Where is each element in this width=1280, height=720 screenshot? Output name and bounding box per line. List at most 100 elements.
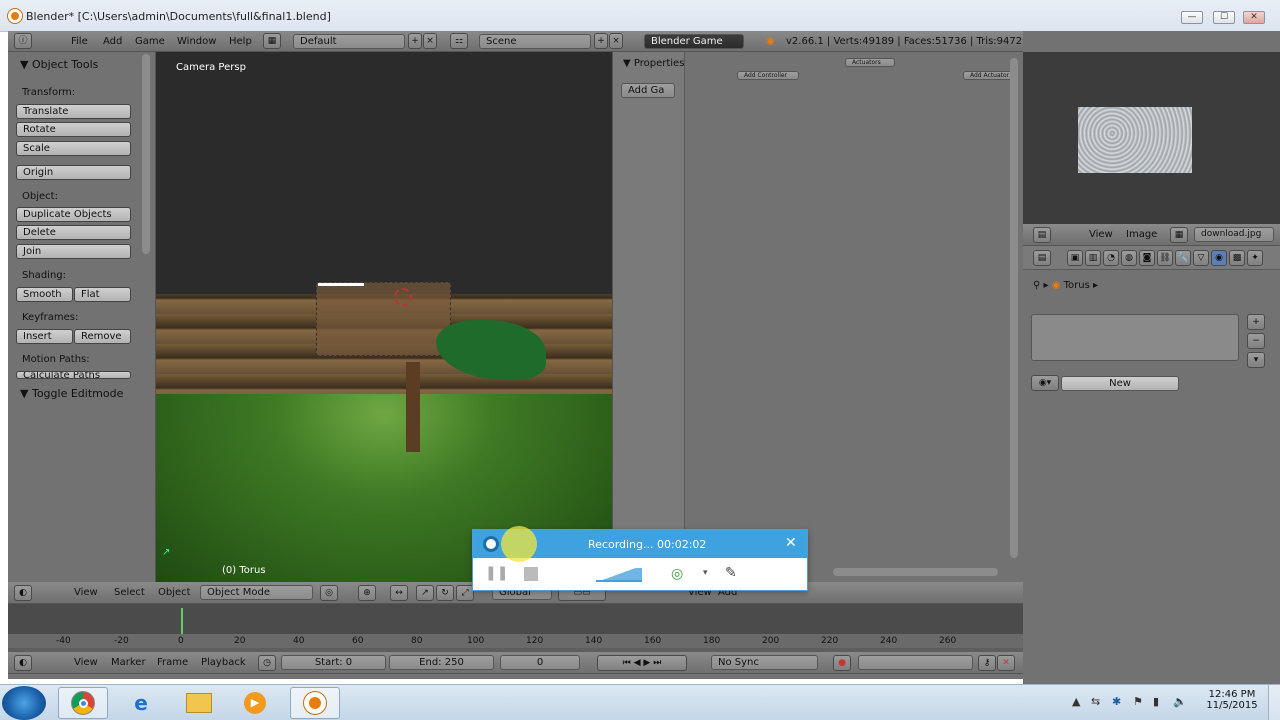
scene-select[interactable]: Scene (479, 34, 591, 49)
scale-button[interactable]: Scale (16, 141, 131, 156)
blender-taskbar-icon[interactable] (290, 687, 340, 719)
image-editor-type-icon[interactable]: ▤ (1033, 227, 1051, 243)
duplicate-objects-button[interactable]: Duplicate Objects (16, 207, 131, 222)
image-name-field[interactable]: download.jpg (1194, 227, 1274, 242)
pause-icon[interactable]: ❚❚ (485, 566, 508, 580)
render-tab-icon[interactable]: ▣ (1067, 250, 1083, 266)
image-browse-icon[interactable]: ▦ (1170, 227, 1188, 243)
viewport-menu-object[interactable]: Object (158, 587, 191, 598)
tray-volume-icon[interactable]: 🔈 (1173, 695, 1187, 708)
3d-viewport[interactable]: Camera Persp (0) Torus ↗ (156, 52, 612, 582)
webcam-dropdown-icon[interactable]: ▾ (703, 568, 708, 578)
editor-type-icon[interactable]: ◐ (14, 585, 32, 601)
tray-network-icon[interactable]: ⇆ (1091, 695, 1100, 708)
webcam-icon[interactable]: ◎ (671, 566, 683, 582)
slot-menu-icon[interactable]: ▾ (1247, 352, 1265, 368)
maximize-button[interactable]: ☐ (1213, 11, 1235, 24)
timeline-menu-playback[interactable]: Playback (201, 657, 246, 668)
tray-security-icon[interactable]: ⚑ (1133, 695, 1143, 708)
menu-help[interactable]: Help (229, 36, 252, 47)
menu-window[interactable]: Window (177, 36, 216, 47)
translate-manipulator-icon[interactable]: ↗ (416, 585, 434, 601)
selected-object[interactable] (316, 282, 451, 356)
stop-icon[interactable] (524, 567, 538, 581)
remove-keyframe-button[interactable]: Remove (74, 329, 131, 344)
pivot-icon[interactable]: ⊕ (358, 585, 376, 601)
render-layers-tab-icon[interactable]: ▥ (1085, 250, 1101, 266)
explorer-taskbar-icon[interactable] (174, 687, 224, 719)
add-screen-icon[interactable]: + (408, 33, 422, 49)
remove-scene-icon[interactable]: × (609, 33, 623, 49)
timeline-area[interactable]: -40 -20 0 20 40 60 80 100 120 140 160 18… (8, 604, 1023, 652)
manipulator-icon[interactable]: ↔ (390, 585, 408, 601)
mode-select[interactable]: Object Mode (200, 585, 313, 600)
menu-game[interactable]: Game (135, 36, 165, 47)
clock[interactable]: 12:46 PM 11/5/2015 (1206, 689, 1258, 711)
tray-signal-icon[interactable]: ▮ (1153, 695, 1159, 708)
rotate-manipulator-icon[interactable]: ↻ (436, 585, 454, 601)
delete-button[interactable]: Delete (16, 225, 131, 240)
screen-layout-icon[interactable]: ▦ (263, 33, 281, 49)
pen-icon[interactable]: ✎ (725, 565, 737, 581)
timeline-editor-icon[interactable]: ◐ (14, 655, 32, 671)
remove-slot-icon[interactable]: − (1247, 333, 1265, 349)
image-editor[interactable] (1023, 52, 1280, 224)
sync-mode-select[interactable]: No Sync (711, 655, 818, 670)
keying-set-field[interactable] (858, 655, 973, 670)
record-icon[interactable]: ● (833, 655, 851, 671)
recorder-close-button[interactable]: ✕ (785, 535, 797, 551)
remove-screen-icon[interactable]: × (423, 33, 437, 49)
toggle-editmode-panel[interactable]: ▼ Toggle Editmode (20, 387, 123, 400)
flat-button[interactable]: Flat (74, 287, 131, 302)
logic-editor-scrollbar[interactable] (1010, 58, 1018, 558)
object-tab-icon[interactable]: ◙ (1139, 250, 1155, 266)
start-button[interactable] (2, 686, 46, 720)
new-material-button[interactable]: New (1061, 376, 1179, 391)
close-button[interactable]: ✕ (1243, 11, 1265, 24)
keyframe-delete-icon[interactable]: ✕ (997, 655, 1015, 671)
actuators-select[interactable]: Actuators (845, 58, 895, 67)
media-player-taskbar-icon[interactable]: ▶ (230, 687, 280, 719)
menu-file[interactable]: File (71, 36, 88, 47)
show-desktop-button[interactable] (1268, 685, 1280, 720)
join-button[interactable]: Join (16, 244, 131, 259)
chrome-taskbar-icon[interactable] (58, 687, 108, 719)
playback-controls[interactable]: ⏮ ◀ ▶ ⏭ (597, 655, 687, 671)
add-actuator-button[interactable]: Add Actuator (963, 71, 1013, 80)
constraints-tab-icon[interactable]: ⛓ (1157, 250, 1173, 266)
keyframe-insert-icon[interactable]: ⚷ (978, 655, 996, 671)
tray-expand-icon[interactable]: ▲ (1072, 695, 1080, 708)
rotate-button[interactable]: Rotate (16, 122, 131, 137)
properties-editor-icon[interactable]: ▤ (1033, 250, 1051, 266)
logic-editor-hscrollbar[interactable] (833, 568, 998, 576)
viewport-menu-view[interactable]: View (74, 587, 98, 598)
current-frame-field[interactable]: 0 (500, 655, 580, 670)
timeline-menu-frame[interactable]: Frame (157, 657, 188, 668)
calculate-paths-button[interactable]: Calculate Paths (16, 371, 131, 379)
modifiers-tab-icon[interactable]: 🔧 (1175, 250, 1191, 266)
shading-icon[interactable]: ◎ (320, 585, 338, 601)
translate-button[interactable]: Translate (16, 104, 131, 119)
menu-add[interactable]: Add (103, 36, 122, 47)
origin-button[interactable]: Origin (16, 165, 131, 180)
tool-shelf-title[interactable]: ▼ Object Tools (20, 58, 98, 71)
add-game-property-button[interactable]: Add Ga (621, 83, 675, 98)
viewport-menu-select[interactable]: Select (114, 587, 145, 598)
world-tab-icon[interactable]: ◍ (1121, 250, 1137, 266)
material-slots-list[interactable] (1031, 314, 1239, 361)
timeline-menu-view[interactable]: View (74, 657, 98, 668)
physics-tab-icon[interactable]: ✦ (1247, 250, 1263, 266)
image-menu-view[interactable]: View (1089, 229, 1113, 240)
scene-tab-icon[interactable]: ◔ (1103, 250, 1119, 266)
tool-shelf-scrollbar[interactable] (142, 54, 150, 254)
timeline-strip[interactable] (8, 604, 1023, 634)
preview-range-icon[interactable]: ◷ (258, 655, 276, 671)
timeline-menu-marker[interactable]: Marker (111, 657, 146, 668)
smooth-button[interactable]: Smooth (16, 287, 73, 302)
insert-keyframe-button[interactable]: Insert (16, 329, 73, 344)
data-tab-icon[interactable]: ▽ (1193, 250, 1209, 266)
tray-bluetooth-icon[interactable]: ✱ (1112, 695, 1121, 708)
texture-tab-icon[interactable]: ▩ (1229, 250, 1245, 266)
properties-panel-header[interactable]: ▼ Properties (623, 58, 684, 69)
ie-taskbar-icon[interactable]: e (116, 687, 166, 719)
